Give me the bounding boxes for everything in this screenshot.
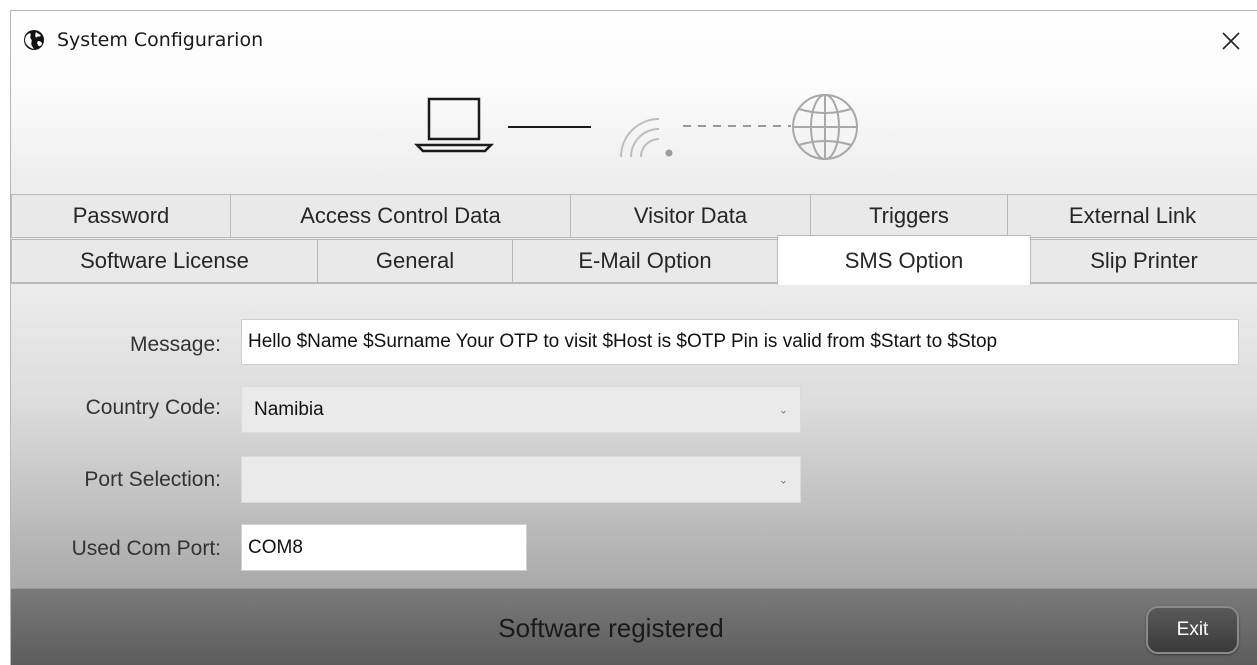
exit-button[interactable]: Exit [1146, 606, 1239, 654]
globe-icon [792, 94, 858, 160]
tab-email-option[interactable]: E-Mail Option [512, 239, 778, 283]
connection-banner [411, 89, 871, 179]
tab-visitor-data[interactable]: Visitor Data [570, 194, 811, 238]
country-code-select[interactable]: Namibia ⌄ [241, 386, 801, 433]
title-bar: System Configurarion [11, 11, 1257, 69]
tab-strip: Password Access Control Data Visitor Dat… [11, 194, 1257, 285]
globe-icon [23, 29, 45, 51]
tab-access-control-data[interactable]: Access Control Data [230, 194, 571, 238]
tab-general[interactable]: General [317, 239, 513, 283]
port-selection-label: Port Selection: [84, 468, 221, 491]
tab-sms-option[interactable]: SMS Option [777, 235, 1031, 285]
country-code-value: Namibia [254, 398, 324, 420]
used-com-port-label: Used Com Port: [71, 537, 221, 560]
message-label: Message: [129, 333, 221, 356]
country-code-label: Country Code: [85, 396, 221, 419]
sms-option-panel: Message: Hello $Name $Surname Your OTP t… [11, 283, 1257, 589]
message-field[interactable]: Hello $Name $Surname Your OTP to visit $… [241, 319, 1239, 365]
wifi-signal-icon [620, 118, 673, 158]
tab-software-license[interactable]: Software License [11, 239, 318, 283]
close-button[interactable] [1214, 24, 1248, 58]
window-title: System Configurarion [57, 29, 264, 51]
chevron-down-icon: ⌄ [778, 474, 788, 486]
port-selection-select[interactable]: ⌄ [241, 456, 801, 503]
tab-external-link[interactable]: External Link [1007, 194, 1257, 238]
tab-password[interactable]: Password [11, 194, 231, 238]
close-icon [1222, 32, 1240, 50]
laptop-icon [413, 97, 495, 153]
system-configuration-window: System Configurarion Password Access Con… [10, 10, 1257, 665]
tab-triggers[interactable]: Triggers [810, 194, 1008, 238]
status-footer: Software registered Exit [11, 588, 1257, 665]
used-com-port-field[interactable]: COM8 [241, 524, 527, 571]
registration-status: Software registered [498, 613, 724, 643]
chevron-down-icon: ⌄ [778, 404, 788, 416]
tab-slip-printer[interactable]: Slip Printer [1030, 239, 1257, 283]
